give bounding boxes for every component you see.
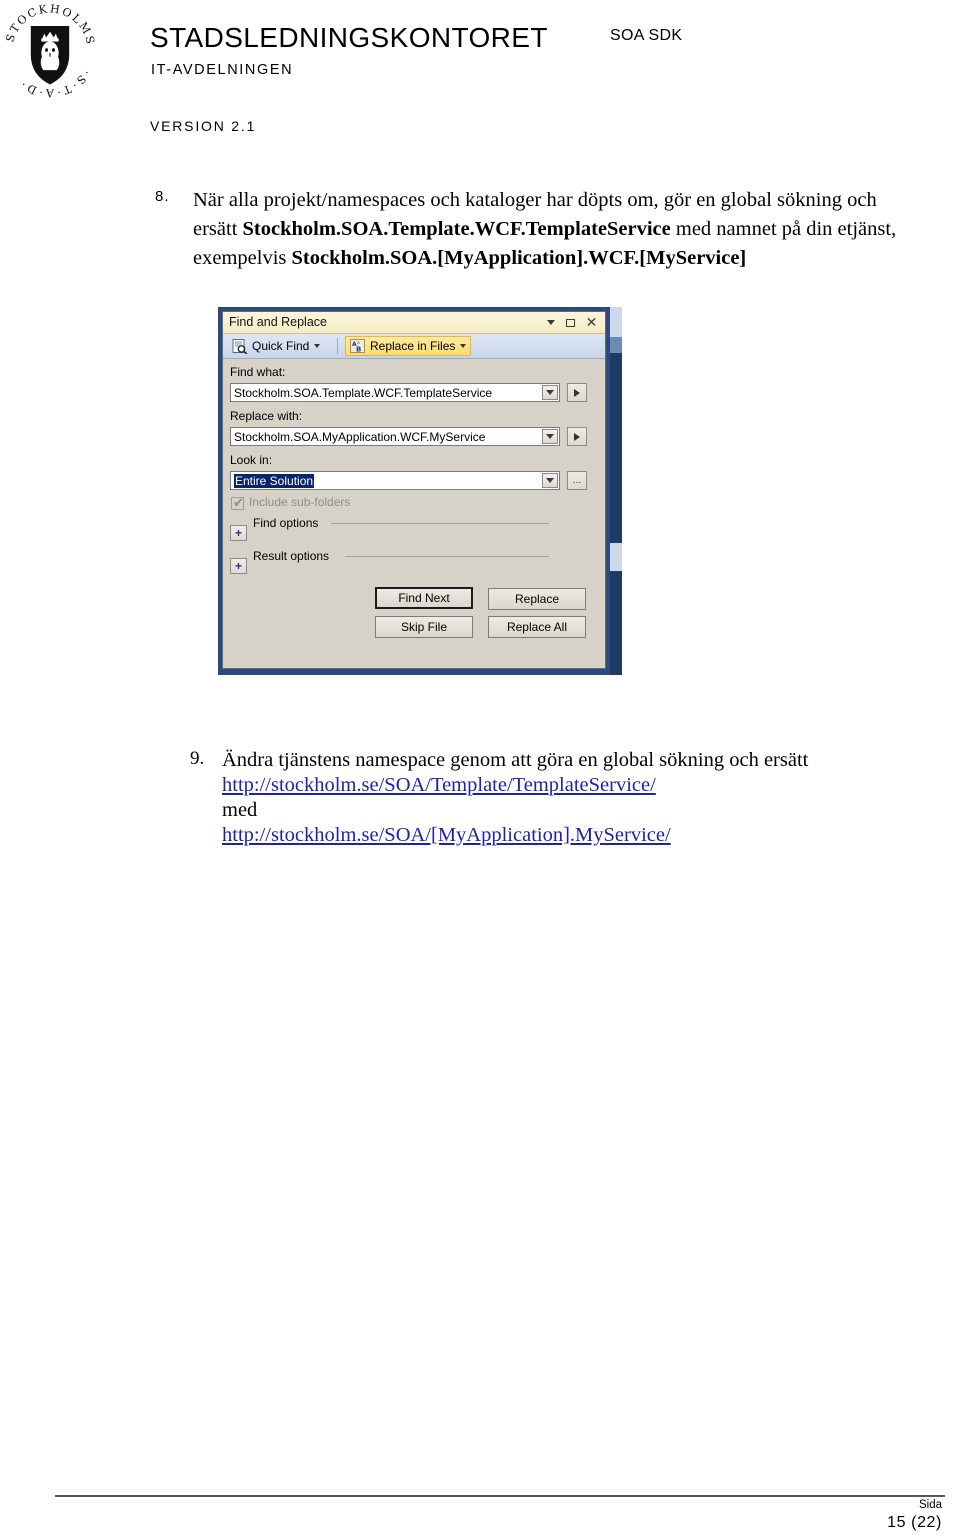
find-what-input[interactable]: Stockholm.SOA.Template.WCF.TemplateServi… <box>230 383 560 402</box>
item9-link-template[interactable]: http://stockholm.se/SOA/Template/Templat… <box>222 774 656 796</box>
organization-name: STADSLEDNINGSKONTORET <box>150 22 548 53</box>
replace-in-files-icon: A a B <box>350 338 366 354</box>
ide-backdrop-band <box>610 337 622 353</box>
toolbar-separator <box>337 338 338 354</box>
footer-page-label: Sida <box>918 1499 942 1511</box>
look-in-value: Entire Solution <box>234 474 315 488</box>
include-subfolders-checkbox[interactable]: ✔ <box>231 495 244 510</box>
svg-text:B: B <box>356 345 361 353</box>
replace-with-dropdown-icon[interactable] <box>542 429 558 444</box>
quick-find-button[interactable]: Quick Find <box>228 336 324 356</box>
find-what-dropdown-icon[interactable] <box>542 385 558 400</box>
list-item-9-text: Ändra tjänstens namespace genom att göra… <box>222 748 912 848</box>
find-what-value: Stockholm.SOA.Template.WCF.TemplateServi… <box>234 386 493 400</box>
dialog-title: Find and Replace <box>229 315 327 329</box>
dialog-body: Find what: Stockholm.SOA.Template.WCF.Te… <box>223 359 605 668</box>
footer-page-number: 15 (22) <box>887 1514 942 1531</box>
replace-in-files-label: Replace in Files <box>370 339 456 353</box>
item8-bold-template: Stockholm.SOA.Template.WCF.TemplateServi… <box>242 218 671 240</box>
ide-backdrop-band <box>610 571 622 675</box>
find-options-rule <box>331 523 549 524</box>
item8-bold-myservice: Stockholm.SOA.[MyApplication].WCF.[MySer… <box>291 247 747 269</box>
quick-find-caret-icon[interactable] <box>314 344 321 348</box>
find-what-label: Find what: <box>230 365 286 379</box>
footer-divider <box>55 1495 945 1497</box>
maximize-icon[interactable] <box>563 315 578 330</box>
replace-in-files-button[interactable]: A a B Replace in Files <box>345 336 472 356</box>
find-what-expand-button[interactable] <box>567 383 587 402</box>
find-and-replace-screenshot: Find and Replace ✕ Quick Find A a B Repl… <box>218 307 622 675</box>
item9-text-a: Ändra tjänstens namespace genom att göra… <box>222 749 809 771</box>
list-item-9-number: 9. <box>190 748 205 769</box>
include-subfolders-label: Include sub-folders <box>249 495 351 509</box>
quick-find-icon <box>232 338 248 355</box>
look-in-input[interactable]: Entire Solution <box>230 471 560 490</box>
department-name: IT-AVDELNINGEN <box>151 62 294 78</box>
find-options-label: Find options <box>253 516 319 530</box>
document-version: VERSION 2.1 <box>150 118 257 134</box>
arrow-right-icon <box>574 432 580 441</box>
item9-link-myservice[interactable]: http://stockholm.se/SOA/[MyApplication].… <box>222 824 671 846</box>
replace-with-value: Stockholm.SOA.MyApplication.WCF.MyServic… <box>234 430 486 444</box>
document-subject: SOA SDK <box>610 27 683 44</box>
look-in-browse-button[interactable]: ... <box>567 471 587 490</box>
replace-in-files-caret-icon[interactable] <box>460 344 467 348</box>
replace-with-expand-button[interactable] <box>567 427 587 446</box>
list-item-8-number: 8. <box>155 188 170 205</box>
look-in-label: Look in: <box>230 453 273 467</box>
replace-with-label: Replace with: <box>230 409 303 423</box>
dialog-titlebar: Find and Replace ✕ <box>223 312 605 334</box>
replace-with-input[interactable]: Stockholm.SOA.MyApplication.WCF.MyServic… <box>230 427 560 446</box>
stockholms-stad-logo: STOCKHOLMS ·S·T·A·D· <box>3 2 95 98</box>
quick-find-label: Quick Find <box>252 339 310 353</box>
find-options-expander[interactable]: + <box>230 525 247 541</box>
find-next-button[interactable]: Find Next <box>375 587 473 609</box>
list-item-8-text: När alla projekt/namespaces och kataloge… <box>193 186 908 273</box>
ide-backdrop-band <box>610 307 622 337</box>
skip-file-button[interactable]: Skip File <box>375 616 473 638</box>
arrow-right-icon <box>574 388 580 397</box>
document-header: STOCKHOLMS ·S·T·A·D· STADSLEDNINGSKONTOR… <box>0 0 960 160</box>
checkmark-icon: ✔ <box>233 495 244 510</box>
ide-backdrop-band <box>610 353 622 543</box>
result-options-label: Result options <box>253 549 330 563</box>
look-in-dropdown-icon[interactable] <box>542 473 558 488</box>
chevron-down-icon[interactable] <box>543 315 558 330</box>
result-options-rule <box>345 556 549 557</box>
find-and-replace-dialog: Find and Replace ✕ Quick Find A a B Repl… <box>222 311 606 669</box>
close-icon[interactable]: ✕ <box>584 315 599 330</box>
result-options-expander[interactable]: + <box>230 558 247 574</box>
ide-backdrop-band <box>610 543 622 571</box>
dialog-toolbar: Quick Find A a B Replace in Files <box>223 334 605 359</box>
replace-button[interactable]: Replace <box>488 588 586 610</box>
replace-all-button[interactable]: Replace All <box>488 616 586 638</box>
item9-text-b: med <box>222 799 258 821</box>
